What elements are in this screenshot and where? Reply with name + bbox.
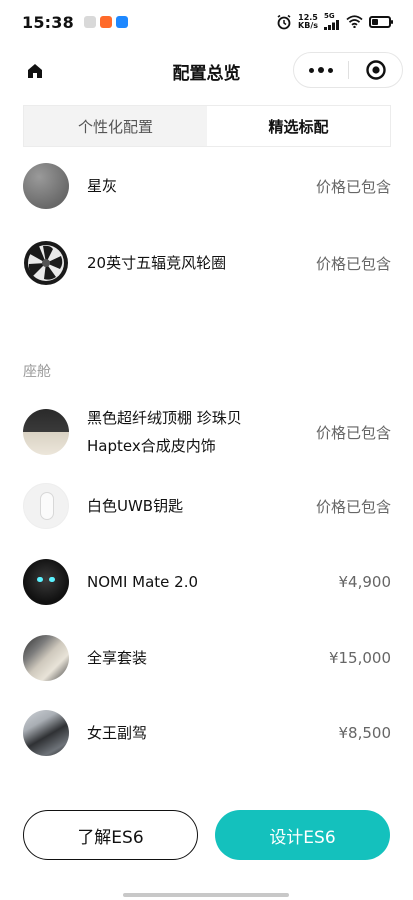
item-name: 女王副驾 [87, 724, 148, 742]
key-fob-icon [40, 492, 54, 520]
nomi-thumbnail [23, 559, 69, 605]
tab-standard[interactable]: 精选标配 [207, 106, 390, 146]
speed-unit: KB/s [298, 20, 318, 30]
list-item: 20英寸五辐竞风轮圈 价格已包含 [23, 240, 391, 286]
item-name: 全享套装 [87, 649, 148, 667]
app-notification-icon [99, 16, 112, 28]
notification-icons [83, 16, 128, 28]
key-thumbnail [23, 483, 69, 529]
seat-thumbnail [23, 710, 69, 756]
item-price: 价格已包含 [315, 254, 391, 273]
color-swatch-thumbnail [23, 163, 69, 209]
package-thumbnail [23, 635, 69, 681]
item-price: ¥8,500 [338, 724, 392, 742]
home-indicator [123, 893, 289, 897]
item-price: ¥4,900 [338, 573, 392, 591]
home-icon [28, 64, 42, 78]
item-name-line: Haptex合成皮内饰 [87, 437, 216, 455]
wheel-icon [24, 241, 68, 285]
status-bar: 15:38 12.5 KB/s 5G [0, 0, 413, 44]
design-es6-button[interactable]: 设计ES6 [215, 810, 390, 860]
more-dots-icon [328, 67, 333, 73]
signal-icon [324, 20, 339, 30]
more-button[interactable] [294, 53, 348, 87]
item-name: NOMI Mate 2.0 [87, 573, 199, 591]
more-dots-icon [309, 67, 314, 73]
item-price: ¥15,000 [328, 649, 391, 667]
list-item: 全享套装 ¥15,000 [23, 635, 391, 681]
app-notification-icon [115, 16, 128, 28]
network-type: 5G [324, 12, 335, 20]
item-price: 价格已包含 [315, 177, 391, 196]
list-item: 女王副驾 ¥8,500 [23, 710, 391, 756]
nomi-eye-icon [49, 577, 55, 582]
wheel-thumbnail [23, 240, 69, 286]
battery-icon [369, 15, 393, 28]
item-price: 价格已包含 [315, 497, 391, 516]
more-dots-icon [318, 67, 324, 73]
list-item: 黑色超纤绒顶棚 珍珠贝 Haptex合成皮内饰 价格已包含 [23, 404, 391, 460]
item-name: 星灰 [87, 177, 118, 195]
interior-thumbnail [23, 409, 69, 455]
section-label-cabin: 座舱 [23, 364, 51, 380]
status-indicators: 12.5 KB/s 5G [276, 13, 393, 30]
home-button[interactable] [24, 60, 46, 82]
app-notification-icon [83, 16, 96, 28]
nomi-eye-icon [37, 577, 43, 582]
item-name-line: 黑色超纤绒顶棚 珍珠贝 [87, 409, 242, 427]
config-tabs: 个性化配置 精选标配 [23, 105, 391, 147]
learn-es6-button[interactable]: 了解ES6 [23, 810, 198, 860]
item-name: 白色UWB钥匙 [87, 497, 184, 515]
alarm-icon [277, 14, 291, 29]
miniprogram-capsule [293, 52, 403, 88]
signal-group: 5G [324, 13, 340, 30]
status-time: 15:38 [22, 12, 74, 32]
list-item: NOMI Mate 2.0 ¥4,900 [23, 559, 391, 605]
item-name: 黑色超纤绒顶棚 珍珠贝 Haptex合成皮内饰 [87, 404, 316, 460]
wifi-icon [346, 15, 363, 28]
close-miniprogram-button[interactable] [349, 53, 402, 87]
item-price: 价格已包含 [315, 423, 391, 442]
tab-personalized[interactable]: 个性化配置 [24, 106, 207, 146]
network-speed: 12.5 KB/s [298, 13, 318, 30]
navbar: 配置总览 [0, 44, 413, 96]
list-item: 白色UWB钥匙 价格已包含 [23, 483, 391, 529]
item-name: 20英寸五辐竞风轮圈 [87, 254, 227, 272]
target-close-icon [365, 60, 386, 80]
list-item: 星灰 价格已包含 [23, 163, 391, 209]
battery-level [372, 18, 379, 25]
